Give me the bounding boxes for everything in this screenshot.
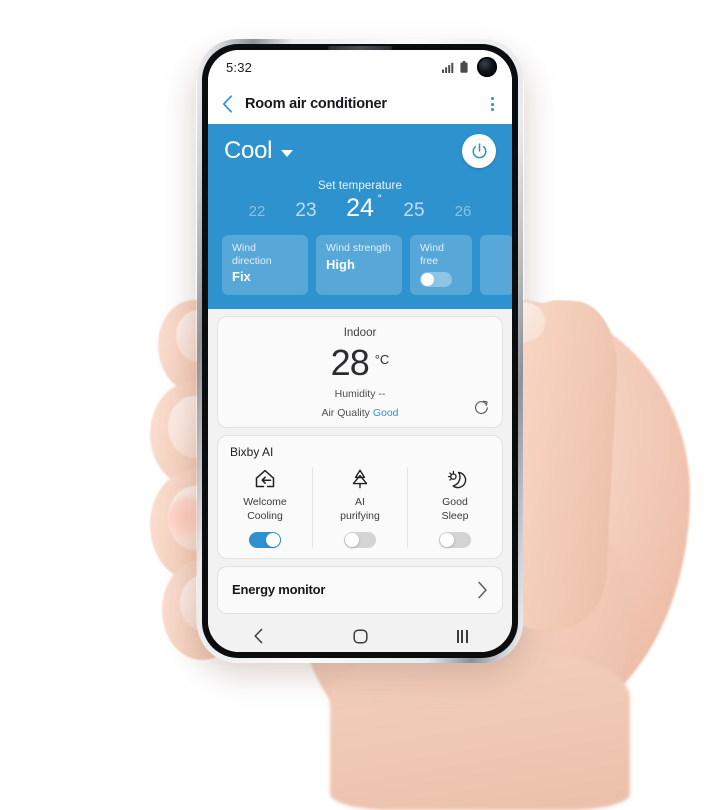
caret-down-icon (281, 149, 294, 157)
indoor-title: Indoor (343, 327, 377, 340)
bixby-toggle-knob-2 (440, 532, 454, 547)
indoor-air-quality: Air Quality Good (218, 407, 502, 419)
bixby-ai-card: Bixby AI Welcome Cooling AI purifying Go… (217, 435, 503, 559)
temp-option-23[interactable]: 23 (280, 201, 332, 220)
app-bar: Room air conditioner (208, 84, 512, 124)
nav-recents-bar-3 (465, 629, 468, 643)
earpiece-speaker (328, 46, 392, 50)
temp-option-26[interactable]: 26 (440, 204, 486, 219)
front-camera (477, 57, 497, 77)
tree-purify-icon (352, 469, 368, 489)
chip-next-partial[interactable] (480, 235, 512, 296)
temp-option-25[interactable]: 25 (388, 201, 440, 220)
indoor-temperature-row: 28 °C (218, 345, 502, 381)
overflow-menu-button[interactable] (487, 93, 498, 115)
bixby-label-line2-0: Cooling (247, 510, 283, 523)
degree-mark: ˚ (378, 193, 382, 207)
kebab-dot-1 (491, 97, 494, 100)
chip-wind-strength[interactable]: Wind strength High (316, 235, 402, 296)
welcome-home-icon (255, 470, 275, 488)
bixby-toggle-knob-0 (266, 532, 280, 547)
chip-wind-strength-value: High (326, 256, 355, 272)
chip-wind-strength-label: Wind strength (326, 242, 391, 254)
bixby-label-line1-0: Welcome (243, 496, 287, 509)
bixby-item-good-sleep[interactable]: Good Sleep (408, 467, 502, 548)
chip-wind-direction[interactable]: Wind direction Fix (222, 235, 308, 296)
nav-back-button[interactable] (253, 628, 264, 644)
energy-monitor-label: Energy monitor (232, 582, 326, 598)
bixby-item-welcome-cooling[interactable]: Welcome Cooling (218, 467, 313, 548)
bixby-label-line1-1: AI (355, 496, 365, 509)
indoor-temperature-value: 28 (330, 342, 370, 384)
chevron-right-icon (478, 581, 487, 599)
temperature-scale[interactable]: 22 23 24 ˚ 25 26 (208, 193, 512, 222)
power-button[interactable] (462, 134, 496, 168)
ac-control-panel: Cool Set temperature 22 23 24 ˚ 25 26 Wi… (208, 124, 512, 310)
power-icon (472, 142, 486, 158)
temp-option-24-selected[interactable]: 24 ˚ (332, 193, 388, 222)
nav-recents-button[interactable] (456, 629, 468, 643)
refresh-button[interactable] (473, 399, 490, 421)
bixby-label-line1-2: Good (442, 496, 468, 509)
moon-sleep-icon (447, 470, 467, 489)
nav-recents-bar-1 (456, 629, 459, 643)
chip-wind-free[interactable]: Wind free (410, 235, 472, 296)
bixby-items-row: Welcome Cooling AI purifying Good Sleep (218, 467, 502, 548)
mode-chip-list[interactable]: Wind direction Fix Wind strength High Wi… (208, 235, 512, 296)
wind-free-toggle-knob (421, 273, 434, 287)
bixby-toggle-welcome-cooling[interactable] (249, 531, 281, 548)
wind-free-toggle[interactable] (420, 272, 452, 288)
air-quality-value: Good (372, 407, 399, 420)
nav-back-icon (253, 628, 262, 644)
battery-icon (460, 61, 468, 73)
bixby-label-ai-purifying: AI purifying (340, 496, 380, 524)
indoor-temperature-unit: °C (374, 352, 390, 368)
status-system-icons (442, 57, 497, 77)
bixby-label-line2-2: Sleep (441, 510, 469, 523)
cards-container: Indoor 28 °C Humidity -- Air Quality Goo… (208, 309, 512, 620)
wrist (330, 650, 630, 810)
nav-recents-bar-2 (461, 629, 463, 643)
temp-selected-value: 24 (346, 194, 374, 222)
chevron-left-icon (222, 95, 233, 113)
nav-home-icon (352, 628, 368, 644)
chip-wind-direction-value: Fix (232, 269, 251, 285)
bixby-title: Bixby AI (230, 445, 274, 460)
phone-screen: 5:32 Room air conditioner Cool Set tempe… (208, 50, 512, 652)
air-quality-label: Air Quality (321, 407, 370, 420)
bixby-toggle-knob-1 (345, 532, 359, 547)
mode-label: Cool (224, 137, 273, 164)
mode-selector[interactable]: Cool (224, 137, 294, 165)
mode-row: Cool (208, 134, 512, 168)
nav-home-button[interactable] (352, 628, 368, 644)
bixby-label-line2-1: purifying (340, 510, 380, 523)
status-clock: 5:32 (226, 59, 253, 75)
chip-wind-free-label: Wind free (420, 242, 444, 267)
bixby-label-welcome-cooling: Welcome Cooling (243, 496, 287, 524)
bixby-toggle-good-sleep[interactable] (439, 531, 471, 548)
bixby-item-ai-purifying[interactable]: AI purifying (313, 467, 408, 548)
kebab-dot-2 (491, 102, 494, 106)
indoor-humidity: Humidity -- (334, 388, 386, 401)
refresh-icon (474, 400, 488, 415)
page-title: Room air conditioner (245, 96, 387, 112)
indoor-card: Indoor 28 °C Humidity -- Air Quality Goo… (217, 316, 503, 429)
bixby-label-good-sleep: Good Sleep (442, 496, 469, 524)
energy-monitor-row[interactable]: Energy monitor (217, 565, 503, 614)
signal-icon (442, 62, 454, 73)
back-button[interactable] (222, 95, 233, 113)
set-temperature-label: Set temperature (318, 180, 402, 192)
chip-wind-direction-label: Wind direction (232, 242, 272, 267)
temp-option-22[interactable]: 22 (234, 204, 280, 219)
status-bar: 5:32 (208, 50, 512, 84)
bixby-toggle-ai-purifying[interactable] (344, 531, 376, 548)
kebab-dot-3 (491, 108, 494, 111)
phone-device: 5:32 Room air conditioner Cool Set tempe… (197, 39, 523, 663)
system-nav-bar (208, 620, 512, 652)
